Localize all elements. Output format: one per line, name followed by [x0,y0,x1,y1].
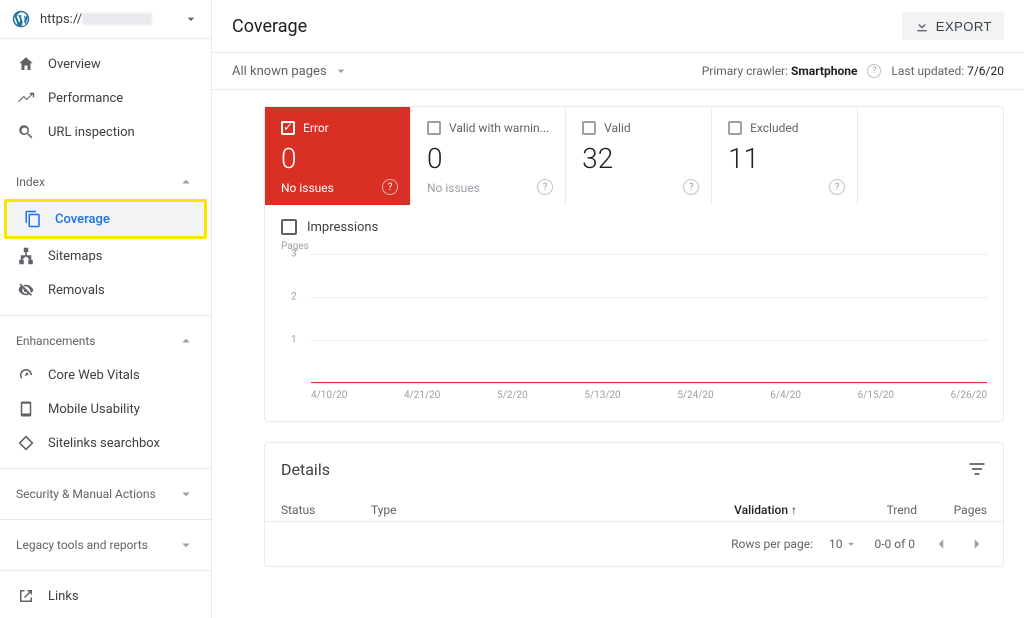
chevron-up-icon [177,332,195,350]
copy-icon [23,210,43,228]
pagination-range: 0-0 of 0 [874,537,915,551]
col-status[interactable]: Status [281,503,371,517]
last-updated: Last updated: 7/6/20 [891,64,1004,78]
sidebar-item-links[interactable]: Links [0,579,211,613]
wordpress-icon [12,10,30,28]
tile-valid-warnings[interactable]: Valid with warnin... 0 No issues ? [411,107,566,205]
filter-bar: All known pages Primary crawler: Smartph… [212,53,1024,90]
details-title: Details [281,460,967,479]
details-footer: Rows per page: 10 0-0 of 0 [265,522,1003,566]
search-icon [16,123,36,141]
next-page-button[interactable] [967,534,987,554]
sidebar-item-mobile-usability[interactable]: Mobile Usability [0,392,211,426]
nav-section-bottom: Links Settings [0,571,211,618]
sidebar-item-url-inspection[interactable]: URL inspection [0,115,211,149]
property-url: https:// [40,12,183,27]
tile-excluded[interactable]: Excluded 11 ? [712,107,858,205]
col-trend[interactable]: Trend [797,503,917,517]
speed-icon [16,366,36,384]
main: Coverage EXPORT All known pages Primary … [212,0,1024,618]
checkbox-icon [427,121,441,135]
nav-header-security[interactable]: Security & Manual Actions [0,477,211,511]
nav-section-security: Security & Manual Actions [0,469,211,520]
tile-error[interactable]: Error 0 No issues ? [265,107,411,205]
chart-line-error [311,382,987,383]
col-pages[interactable]: Pages [917,503,987,517]
caret-down-icon [183,11,199,27]
sidebar-item-label: Links [48,589,79,604]
status-tiles: Error 0 No issues ? Valid with warnin...… [265,107,1003,205]
chart-area: Impressions Pages 3 2 1 4/10/20 4/21/20 … [265,205,1003,421]
nav-header-index[interactable]: Index [0,165,211,199]
sidebar-item-label: Mobile Usability [48,402,140,417]
sidebar-item-core-web-vitals[interactable]: Core Web Vitals [0,358,211,392]
sidebar-item-settings[interactable]: Settings [0,613,211,618]
caret-down-icon [333,63,349,79]
sidebar-item-label: Performance [48,91,123,106]
chart-x-axis: 4/10/20 4/21/20 5/2/20 5/13/20 5/24/20 6… [311,390,987,401]
nav-section-index: Index Coverage Sitemaps Removals [0,157,211,316]
help-icon[interactable]: ? [829,179,845,195]
checkbox-icon [728,121,742,135]
coverage-chart: 3 2 1 [291,254,987,384]
help-icon[interactable]: ? [537,179,553,195]
download-icon [914,18,930,34]
impressions-toggle[interactable]: Impressions [281,219,987,235]
filter-dropdown[interactable]: All known pages [232,63,349,79]
coverage-card: Error 0 No issues ? Valid with warnin...… [264,106,1004,422]
help-icon[interactable]: ? [382,179,398,195]
topbar: Coverage EXPORT [212,0,1024,53]
nav-section-legacy: Legacy tools and reports [0,520,211,571]
sidebar-item-label: Coverage [55,212,110,227]
nav-section-enhancements: Enhancements Core Web Vitals Mobile Usab… [0,316,211,469]
sidebar-item-label: Core Web Vitals [48,368,140,383]
sidebar-item-sitemaps[interactable]: Sitemaps [0,239,211,273]
nav-section-top: Overview Performance URL inspection [0,39,211,157]
sidebar: https:// Overview Performance URL inspec… [0,0,212,618]
trend-icon [16,89,36,107]
sidebar-item-overview[interactable]: Overview [0,47,211,81]
filter-icon[interactable] [967,459,987,479]
caret-down-icon [844,537,858,551]
sidebar-item-label: URL inspection [48,125,135,140]
tile-valid[interactable]: Valid 32 ? [566,107,712,205]
details-card: Details Status Type Validation ↑ Trend P… [264,442,1004,567]
sidebar-item-sitelinks-searchbox[interactable]: Sitelinks searchbox [0,426,211,460]
home-icon [16,55,36,73]
col-type[interactable]: Type [371,503,677,517]
property-selector[interactable]: https:// [0,0,211,39]
nav-header-enhancements[interactable]: Enhancements [0,324,211,358]
rows-per-page-select[interactable]: 10 [829,537,859,551]
sidebar-item-label: Overview [48,57,101,72]
sidebar-item-coverage[interactable]: Coverage [7,202,204,236]
nav-header-legacy[interactable]: Legacy tools and reports [0,528,211,562]
chart-y-title: Pages [281,241,987,252]
sidebar-item-label: Sitelinks searchbox [48,436,160,451]
help-icon[interactable]: ? [683,179,699,195]
link-icon [16,587,36,605]
sitemap-icon [16,247,36,265]
smartphone-icon [16,400,36,418]
diamond-icon [16,434,36,452]
page-title: Coverage [232,16,902,37]
rows-per-page-label: Rows per page: [731,537,813,551]
sidebar-item-label: Sitemaps [48,249,103,264]
details-columns: Status Type Validation ↑ Trend Pages [265,495,1003,522]
help-icon[interactable]: ? [867,64,881,78]
chevron-up-icon [177,173,195,191]
checkbox-icon [281,219,297,235]
sidebar-item-performance[interactable]: Performance [0,81,211,115]
sidebar-item-label: Removals [48,283,105,298]
sidebar-item-removals[interactable]: Removals [0,273,211,307]
chevron-down-icon [177,536,195,554]
chevron-down-icon [177,485,195,503]
prev-page-button[interactable] [931,534,951,554]
checkbox-icon [582,121,596,135]
col-validation[interactable]: Validation ↑ [677,503,797,517]
checkbox-icon [281,121,295,135]
crawler-label: Primary crawler: Smartphone [702,64,858,78]
export-button[interactable]: EXPORT [902,12,1004,40]
visibility-off-icon [16,281,36,299]
